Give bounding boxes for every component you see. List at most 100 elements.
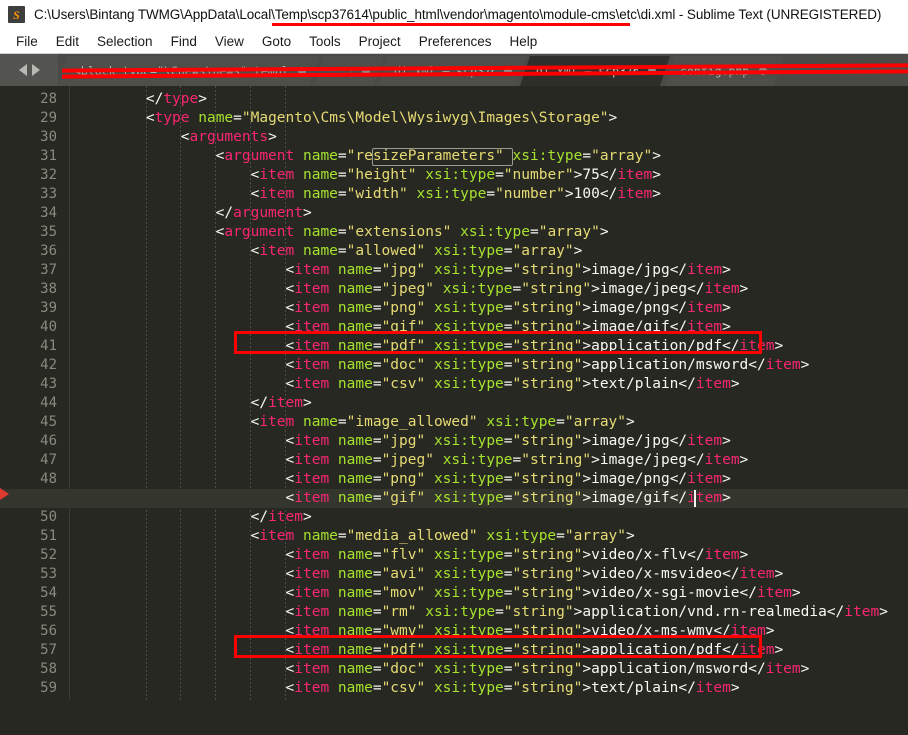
code-token: xsi:type [434,262,504,278]
menu-item-goto[interactable]: Goto [253,32,300,51]
code-line[interactable]: </item> [70,508,908,527]
chevron-right-icon[interactable] [32,64,40,76]
code-editor[interactable]: 2829303132333435363738394041424344454647… [0,86,908,700]
code-line[interactable]: <item name="csv" xsi:type="string">text/… [70,679,908,698]
code-line[interactable]: <item name="avi" xsi:type="string">video… [70,565,908,584]
code-token: = [338,414,347,430]
code-token: name [338,452,373,468]
code-token: </ [76,91,163,107]
code-line[interactable]: </item> [70,698,908,700]
code-line[interactable]: <item name="media_allowed" xsi:type="arr… [70,527,908,546]
code-line[interactable]: <argument name="resizeParameters" xsi:ty… [70,147,908,166]
code-token: < [76,262,294,278]
tab-close-icon[interactable] [759,67,767,75]
tab-2[interactable]: di.xml — scp37614_api [378,56,526,86]
code-line[interactable]: <argument name="extensions" xsi:type="ar… [70,223,908,242]
tab-1[interactable]: ...php [314,56,384,86]
tab-close-icon[interactable] [648,67,656,75]
tab-4[interactable]: config.php [664,56,784,86]
menu-item-preferences[interactable]: Preferences [410,32,501,51]
code-line[interactable]: <item name="allowed" xsi:type="array"> [70,242,908,261]
menu-item-find[interactable]: Find [162,32,206,51]
tab-3[interactable]: di.xml — scp37614\...\etc [520,56,670,86]
code-line[interactable]: <item name="png" xsi:type="string">image… [70,470,908,489]
code-line[interactable]: <item name="doc" xsi:type="string">appli… [70,660,908,679]
code-line[interactable]: <item name="gif" xsi:type="string">image… [70,318,908,337]
code-token [329,471,338,487]
code-token: "csv" [382,376,426,392]
code-line[interactable]: <item name="csv" xsi:type="string">text/… [70,375,908,394]
code-token: "string" [513,490,583,506]
line-number: 53 [0,565,70,584]
code-line[interactable]: <item name="jpeg" xsi:type="string">imag… [70,451,908,470]
code-token: image/jpg [591,433,670,449]
menu-item-help[interactable]: Help [501,32,547,51]
code-token: </ [670,262,687,278]
code-token: application/msword [591,357,748,373]
code-token: = [504,300,513,316]
tab-close-icon[interactable] [504,67,512,75]
code-token: name [338,642,373,658]
code-line[interactable]: <item name="rm" xsi:type="string">applic… [70,603,908,622]
code-line[interactable]: <item name="doc" xsi:type="string">appli… [70,356,908,375]
code-line[interactable]: <item name="mov" xsi:type="string">video… [70,584,908,603]
code-line[interactable]: <item name="gif" xsi:type="string">image… [70,489,908,508]
code-token [329,262,338,278]
code-token: < [76,224,224,240]
code-token: "string" [513,262,583,278]
code-line[interactable]: <item name="flv" xsi:type="string">video… [70,546,908,565]
menu-item-file[interactable]: File [7,32,47,51]
menu-item-view[interactable]: View [206,32,253,51]
code-token: item [259,243,294,259]
status-bar [0,700,908,735]
code-line[interactable]: <item name="jpeg" xsi:type="string">imag… [70,280,908,299]
code-token: "wmv" [382,623,426,639]
tab-0[interactable]: <block type="\Cnews\news" template="list… [58,56,320,86]
chevron-left-icon[interactable] [19,64,27,76]
menu-item-project[interactable]: Project [350,32,410,51]
line-number: 57 [0,641,70,660]
code-line[interactable]: <arguments> [70,128,908,147]
code-token [425,490,434,506]
code-token [190,110,199,126]
code-line[interactable]: </item> [70,394,908,413]
code-token: "jpeg" [382,452,434,468]
code-line[interactable]: <item name="jpg" xsi:type="string">image… [70,432,908,451]
menu-item-selection[interactable]: Selection [88,32,162,51]
code-token: > [740,281,749,297]
code-line[interactable]: <item name="pdf" xsi:type="string">appli… [70,641,908,660]
line-number: 42 [0,356,70,375]
code-token: video/x-flv [591,547,687,563]
tab-close-icon[interactable] [362,67,370,75]
menu-item-tools[interactable]: Tools [300,32,350,51]
code-token: xsi:type [460,224,530,240]
code-line[interactable]: <item name="height" xsi:type="number">75… [70,166,908,185]
line-number: 52 [0,546,70,565]
code-token [425,642,434,658]
code-token: item [294,604,329,620]
code-line[interactable]: <item name="pdf" xsi:type="string">appli… [70,337,908,356]
code-token: "png" [382,471,426,487]
code-line[interactable]: </type> [70,90,908,109]
code-line[interactable]: <item name="png" xsi:type="string">image… [70,299,908,318]
code-token: = [513,452,522,468]
code-token: item [705,452,740,468]
code-token: xsi:type [434,680,504,696]
menu-item-edit[interactable]: Edit [47,32,88,51]
code-token [425,547,434,563]
code-line[interactable]: <item name="image_allowed" xsi:type="arr… [70,413,908,432]
code-token: "flv" [382,547,426,563]
code-token: = [504,661,513,677]
code-token: = [373,357,382,373]
code-line[interactable]: <item name="width" xsi:type="number">100… [70,185,908,204]
tab-close-icon[interactable] [298,67,306,75]
code-token: "string" [513,376,583,392]
code-line[interactable]: <type name="Magento\Cms\Model\Wysiwyg\Im… [70,109,908,128]
code-line[interactable]: <item name="jpg" xsi:type="string">image… [70,261,908,280]
tab-nav-arrows[interactable] [0,54,58,86]
code-line[interactable]: <item name="wmv" xsi:type="string">video… [70,622,908,641]
code-token: name [338,604,373,620]
line-number: 48 [0,470,70,489]
code-line[interactable]: </argument> [70,204,908,223]
code-content[interactable]: </type> <type name="Magento\Cms\Model\Wy… [70,86,908,700]
